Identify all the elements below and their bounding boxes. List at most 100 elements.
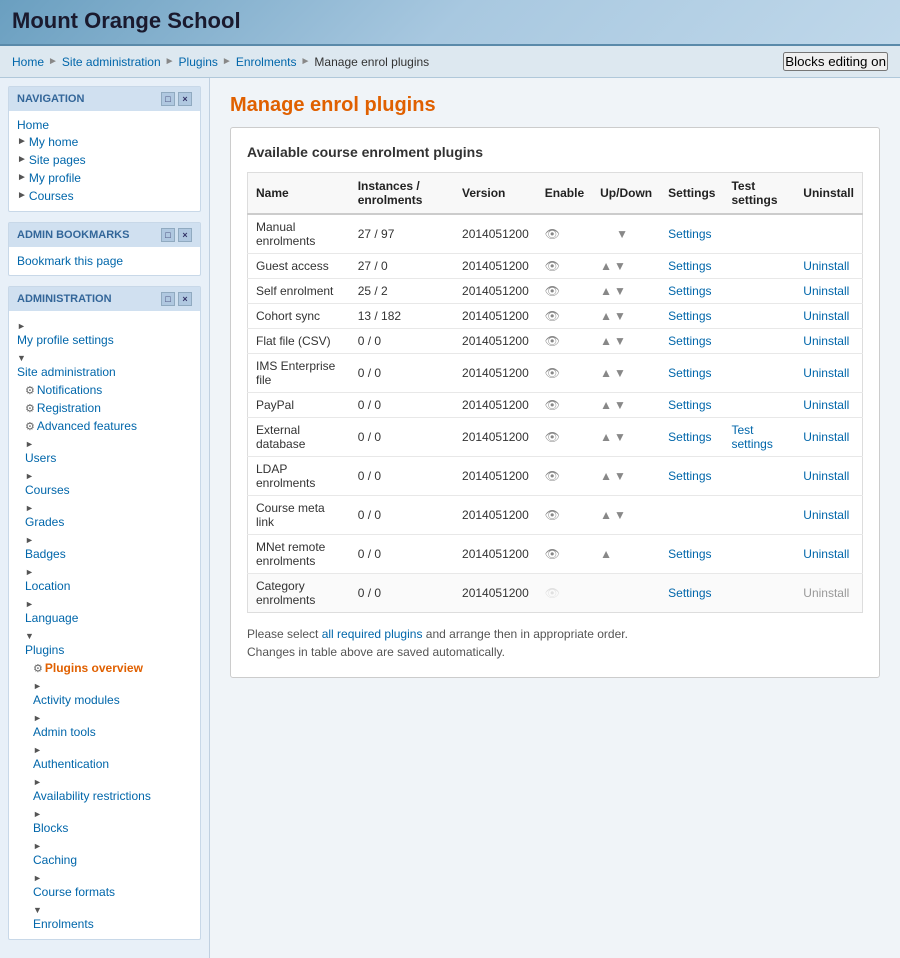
blocks-editing-button[interactable]: Blocks editing on [783, 52, 888, 71]
blocks-link[interactable]: Blocks [33, 820, 192, 836]
settings-link[interactable]: Settings [668, 547, 711, 561]
settings-link[interactable]: Settings [668, 309, 711, 323]
settings-link[interactable]: Settings [668, 366, 711, 380]
breadcrumb-home[interactable]: Home [12, 55, 44, 69]
arrow-down-icon[interactable]: ▼ [614, 430, 626, 444]
uninstall-link[interactable]: Uninstall [803, 430, 849, 444]
settings-link[interactable]: Settings [668, 259, 711, 273]
bookmarks-control-1[interactable]: □ [161, 228, 175, 242]
authentication-link[interactable]: Authentication [33, 756, 192, 772]
cell-enable: 👁 [537, 254, 592, 279]
nav-control-1[interactable]: □ [161, 92, 175, 106]
grades-link[interactable]: Grades [25, 514, 192, 530]
note-all-plugins-link[interactable]: all required plugins [322, 627, 423, 641]
arrow-down-icon[interactable]: ▼ [614, 508, 626, 522]
eye-icon[interactable]: 👁 [545, 334, 560, 348]
bookmark-page-link[interactable]: Bookmark this page [17, 253, 192, 269]
eye-icon[interactable]: 👁 [545, 469, 560, 483]
activity-modules-link[interactable]: Activity modules [33, 692, 192, 708]
arrow-down-icon[interactable]: ▼ [614, 309, 626, 323]
arrow-down-icon[interactable]: ▼ [616, 227, 628, 241]
advanced-features-link[interactable]: Advanced features [37, 418, 137, 434]
arrow-up-icon[interactable]: ▲ [600, 284, 612, 298]
nav-myhome-link[interactable]: My home [29, 134, 78, 150]
breadcrumb-site-admin[interactable]: Site administration [62, 55, 161, 69]
uninstall-link[interactable]: Uninstall [803, 334, 849, 348]
courses-link[interactable]: Courses [25, 482, 192, 498]
arrow-up-icon[interactable]: ▲ [600, 366, 612, 380]
nav-courses-link[interactable]: Courses [29, 188, 74, 204]
arrow-down-icon[interactable]: ▼ [614, 259, 626, 273]
enrolments-link[interactable]: Enrolments [33, 916, 192, 932]
availability-link[interactable]: Availability restrictions [33, 788, 192, 804]
arrow-down-icon[interactable]: ▼ [614, 284, 626, 298]
eye-icon[interactable]: 👁 [545, 398, 560, 412]
arrow-up-icon[interactable]: ▲ [600, 547, 612, 561]
uninstall-link[interactable]: Uninstall [803, 398, 849, 412]
arrow-up-icon[interactable]: ▲ [600, 398, 612, 412]
settings-link[interactable]: Settings [668, 586, 711, 600]
settings-link[interactable]: Settings [668, 284, 711, 298]
profile-settings-link[interactable]: My profile settings [17, 332, 192, 348]
arrow-up-icon[interactable]: ▲ [600, 469, 612, 483]
bookmarks-control-2[interactable]: × [178, 228, 192, 242]
arrow-up-icon[interactable]: ▲ [600, 334, 612, 348]
arrow-up-icon[interactable]: ▲ [600, 309, 612, 323]
course-formats-link[interactable]: Course formats [33, 884, 192, 900]
eye-icon[interactable]: 👁 [545, 430, 560, 444]
uninstall-link[interactable]: Uninstall [803, 366, 849, 380]
main-content: Manage enrol plugins Available course en… [210, 78, 900, 958]
settings-link[interactable]: Settings [668, 227, 711, 241]
admin-tools-link[interactable]: Admin tools [33, 724, 192, 740]
location-link[interactable]: Location [25, 578, 192, 594]
arrow-down-icon[interactable]: ▼ [614, 398, 626, 412]
nav-home-link[interactable]: Home [17, 117, 192, 133]
badges-link[interactable]: Badges [25, 546, 192, 562]
plugins-link[interactable]: Plugins [25, 642, 192, 658]
uninstall-link[interactable]: Uninstall [803, 547, 849, 561]
site-admin-link[interactable]: Site administration [17, 364, 192, 380]
arrow-up-icon[interactable]: ▲ [600, 508, 612, 522]
eye-icon[interactable]: 👁 [545, 259, 560, 273]
uninstall-link[interactable]: Uninstall [803, 508, 849, 522]
breadcrumb-enrolments[interactable]: Enrolments [236, 55, 297, 69]
eye-icon[interactable]: 👁 [545, 309, 560, 323]
registration-link[interactable]: Registration [37, 400, 101, 416]
notifications-link[interactable]: Notifications [37, 382, 102, 398]
eye-icon[interactable]: 👁 [545, 227, 560, 241]
arrow-down-icon[interactable]: ▼ [614, 469, 626, 483]
eye-icon[interactable]: 👁 [545, 366, 560, 380]
nav-control-2[interactable]: × [178, 92, 192, 106]
uninstall-link[interactable]: Uninstall [803, 284, 849, 298]
eye-icon[interactable]: 👁 [545, 586, 560, 600]
admin-control-2[interactable]: × [178, 292, 192, 306]
language-link[interactable]: Language [25, 610, 192, 626]
arrow-up-icon[interactable]: ▲ [600, 259, 612, 273]
settings-link[interactable]: Settings [668, 334, 711, 348]
users-link[interactable]: Users [25, 450, 192, 466]
cell-instances: 0 / 0 [350, 418, 454, 457]
arrow-down-icon[interactable]: ▼ [614, 366, 626, 380]
arrow-up-icon[interactable]: ▲ [600, 430, 612, 444]
eye-icon[interactable]: 👁 [545, 284, 560, 298]
test-settings-link[interactable]: Test settings [731, 423, 772, 451]
settings-link[interactable]: Settings [668, 430, 711, 444]
arrow-down-icon[interactable]: ▼ [614, 334, 626, 348]
eye-icon[interactable]: 👁 [545, 508, 560, 522]
settings-link[interactable]: Settings [668, 398, 711, 412]
nav-sitepages-link[interactable]: Site pages [29, 152, 86, 168]
uninstall-link[interactable]: Uninstall [803, 309, 849, 323]
settings-link[interactable]: Settings [668, 469, 711, 483]
cell-uninstall: Uninstall [795, 279, 862, 304]
uninstall-link[interactable]: Uninstall [803, 469, 849, 483]
uninstall-link[interactable]: Uninstall [803, 586, 849, 600]
breadcrumb-plugins[interactable]: Plugins [179, 55, 218, 69]
admin-control-1[interactable]: □ [161, 292, 175, 306]
cell-version: 2014051200 [454, 496, 537, 535]
uninstall-link[interactable]: Uninstall [803, 259, 849, 273]
plugins-overview-link[interactable]: Plugins overview [45, 660, 143, 676]
nav-myprofile-link[interactable]: My profile [29, 170, 81, 186]
eye-icon[interactable]: 👁 [545, 547, 560, 561]
caching-link[interactable]: Caching [33, 852, 192, 868]
cell-version: 2014051200 [454, 279, 537, 304]
